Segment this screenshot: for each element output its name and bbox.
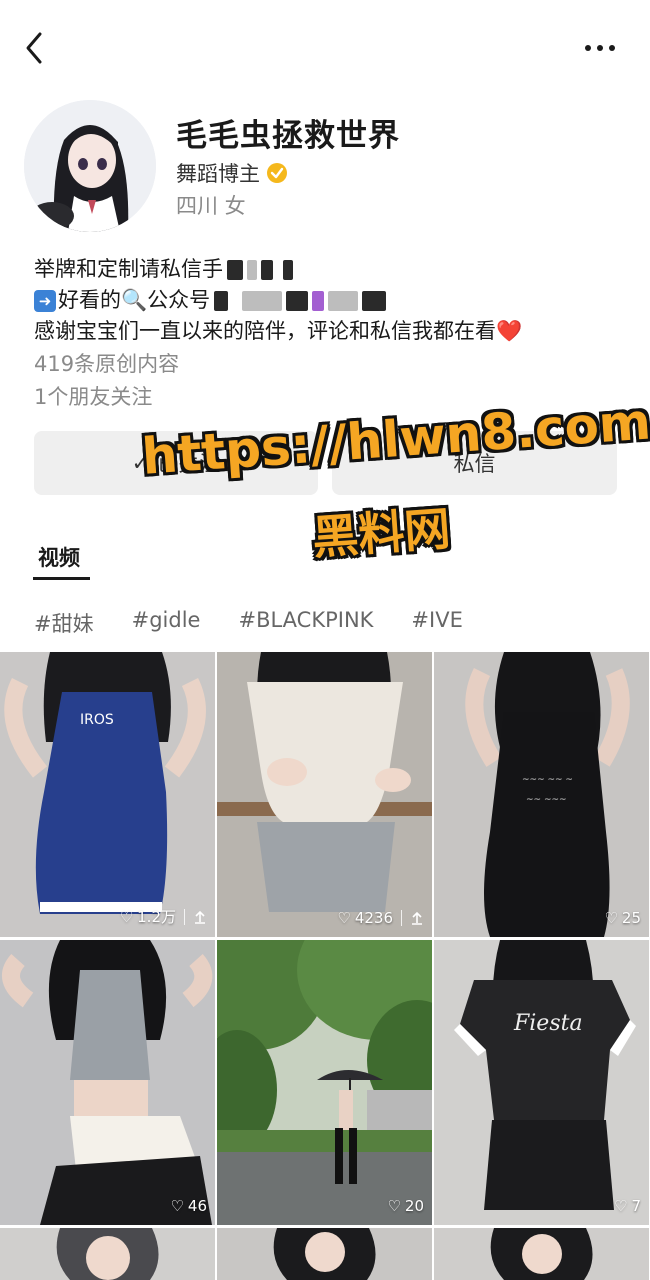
redaction-block [214,291,229,311]
video-stats: ♡ 46 [170,1197,207,1215]
redaction-block [261,260,273,280]
bio-line-3: 感谢宝宝们一直以来的陪伴，评论和私信我都在看❤️ [34,319,523,343]
watermark-name: 黑料网 [310,501,453,565]
bio: 举牌和定制请私信手 ➜ 好看的🔍公众号 感谢宝宝们一直以来的陪伴，评论和私信我都在… [34,254,624,413]
video-tile[interactable] [0,1228,215,1280]
chevron-left-icon [26,32,42,64]
divider [401,910,402,926]
share-icon [412,911,422,925]
tag-item[interactable]: #gidle [132,608,201,638]
redaction-block [227,260,243,280]
top-bar [0,0,650,90]
video-tile[interactable]: IROS ♡ 1.2万 [0,652,215,937]
svg-text:~~~ ~~ ~: ~~~ ~~ ~ [522,775,573,785]
tag-row: #甜妹 #gidle #BLACKPINK #IVE [34,608,463,638]
bio-line-1: 举牌和定制请私信手 [34,254,624,285]
tag-item[interactable]: #甜妹 [34,608,94,638]
tab-underline [33,577,90,580]
redaction-block [328,291,359,311]
svg-text:~~ ~~~: ~~ ~~~ [526,795,567,805]
redaction-block [242,291,283,311]
followed-button[interactable]: ✓ 已关注 [34,431,318,495]
more-button[interactable] [580,30,620,66]
heart-outline-icon: ♡ [337,909,351,927]
profile-role: 舞蹈博主 [176,158,288,188]
video-tile[interactable] [217,1228,432,1280]
video-stats: ♡ 1.2万 [120,906,207,927]
video-stats: ♡ 20 [387,1197,424,1215]
tag-item[interactable]: #IVE [411,608,462,638]
friends-following[interactable]: 1个朋友关注 [34,382,624,413]
role-label: 舞蹈博主 [176,162,260,186]
check-icon: ✓ [131,451,150,475]
message-button[interactable]: 私信 [332,431,617,495]
bio-line-2: ➜ 好看的🔍公众号 [34,285,624,316]
tab-video[interactable]: 视频 [38,542,80,572]
video-tile[interactable]: Fiesta ♡ 7 [434,940,649,1225]
magnifier-icon: 🔍 [121,288,148,312]
heart-outline-icon: ♡ [119,907,134,926]
video-stats: ♡ 7 [614,1197,641,1215]
redaction-block [247,260,257,280]
divider [184,908,185,925]
video-stats: ♡ 4236 [337,909,424,927]
heart-emoji: ❤️ [496,319,523,343]
video-stats: ♡ 25 [604,909,641,927]
share-icon [195,910,205,924]
svg-text:IROS: IROS [80,712,114,728]
video-tile[interactable]: ♡ 20 [217,940,432,1225]
arrow-right-icon: ➜ [34,290,56,312]
verified-badge-icon [267,163,287,183]
more-dots-icon [585,45,615,51]
heart-outline-icon: ♡ [614,1197,628,1215]
redaction-block [283,260,293,280]
back-button[interactable] [18,28,54,68]
video-tile[interactable]: ♡ 46 [0,940,215,1225]
redaction-block [362,291,387,311]
tag-item[interactable]: #BLACKPINK [238,608,373,638]
video-tile[interactable]: ~~~ ~~ ~ ~~ ~~~ ♡ 25 [434,652,649,937]
svg-text:Fiesta: Fiesta [513,1011,583,1036]
profile-name: 毛毛虫拯救世界 [176,118,400,154]
video-tile[interactable]: ♡ 4236 [217,652,432,937]
location-gender: 四川 女 [176,194,246,218]
heart-outline-icon: ♡ [170,1197,184,1215]
heart-outline-icon: ♡ [387,1197,401,1215]
redaction-block [286,291,309,311]
redaction-block [312,291,325,311]
original-content-count[interactable]: 419条原创内容 [34,349,624,380]
video-tile[interactable] [434,1228,649,1280]
avatar[interactable] [24,100,156,232]
heart-outline-icon: ♡ [604,909,618,927]
